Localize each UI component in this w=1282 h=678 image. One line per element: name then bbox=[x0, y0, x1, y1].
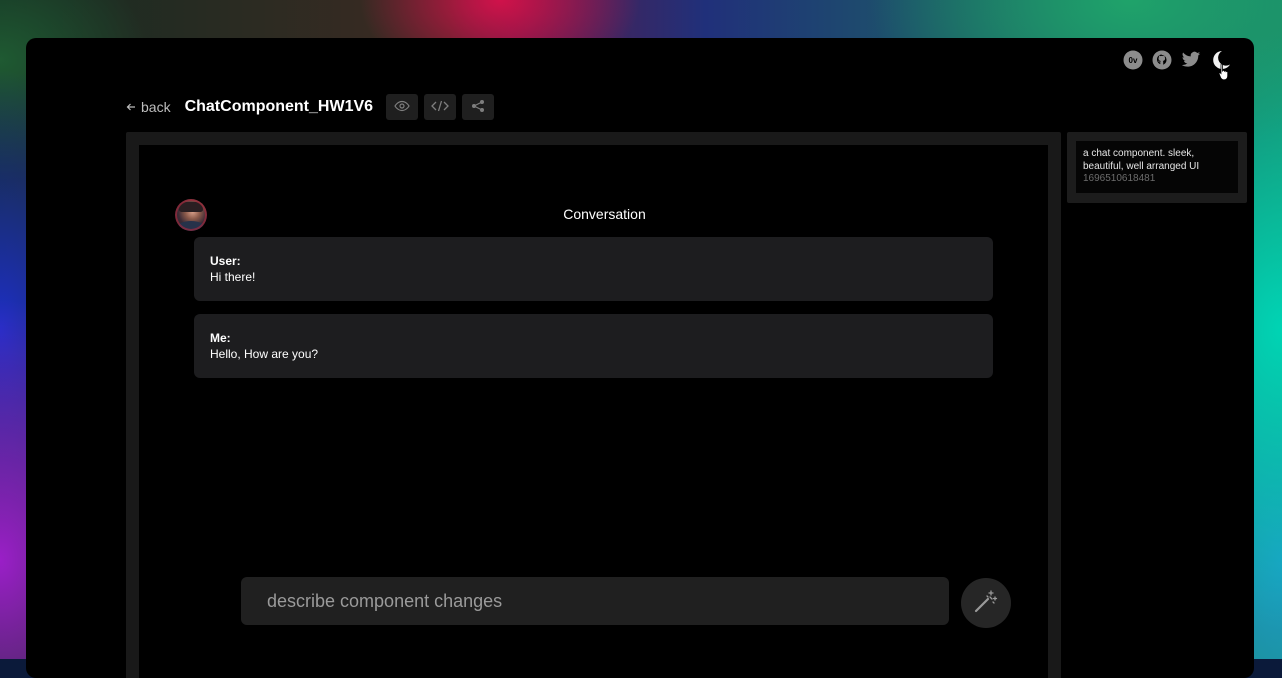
app-window: 0v back ChatComponent_HW1V6 Conversation… bbox=[26, 38, 1254, 678]
history-item-description: a chat component. sleek, beautiful, well… bbox=[1083, 148, 1200, 172]
component-title: ChatComponent_HW1V6 bbox=[184, 98, 374, 115]
conversation-title: Conversation bbox=[563, 206, 646, 222]
view-toolbar bbox=[386, 94, 495, 120]
message-bubble: Me: Hello, How are you? bbox=[194, 314, 993, 378]
github-icon[interactable] bbox=[1152, 50, 1172, 70]
dribbble-style-icon[interactable]: 0v bbox=[1123, 50, 1143, 70]
component-preview-panel: Conversation User: Hi there! Me: Hello, … bbox=[126, 132, 1061, 678]
arrow-left-icon bbox=[126, 99, 136, 115]
message-text: Hello, How are you? bbox=[210, 347, 319, 361]
code-button[interactable] bbox=[424, 94, 457, 120]
describe-changes-input[interactable] bbox=[241, 589, 929, 613]
history-item[interactable]: a chat component. sleek, beautiful, well… bbox=[1076, 141, 1238, 193]
code-icon bbox=[430, 100, 450, 115]
history-item-timestamp: 1696510618481 bbox=[1083, 173, 1156, 184]
message-text: Hi there! bbox=[210, 270, 256, 284]
generate-button[interactable] bbox=[961, 578, 1011, 628]
message-sender: User: bbox=[210, 254, 241, 268]
magic-wand-icon bbox=[973, 588, 999, 619]
message-bubble: User: Hi there! bbox=[194, 237, 993, 301]
share-icon bbox=[471, 99, 485, 116]
top-right-icons: 0v bbox=[1123, 49, 1232, 71]
back-label: back bbox=[141, 99, 171, 115]
message-sender: Me: bbox=[210, 331, 231, 345]
preview-button[interactable] bbox=[386, 94, 419, 120]
page-header: back ChatComponent_HW1V6 bbox=[126, 94, 495, 120]
mouse-pointer-icon bbox=[1218, 63, 1229, 81]
back-link[interactable]: back bbox=[126, 99, 171, 115]
share-button[interactable] bbox=[462, 94, 495, 120]
history-panel: a chat component. sleek, beautiful, well… bbox=[1067, 132, 1247, 203]
eye-icon bbox=[394, 100, 410, 115]
twitter-icon[interactable] bbox=[1181, 50, 1201, 70]
prompt-input-bar bbox=[241, 577, 949, 625]
svg-text:0v: 0v bbox=[1129, 56, 1138, 65]
